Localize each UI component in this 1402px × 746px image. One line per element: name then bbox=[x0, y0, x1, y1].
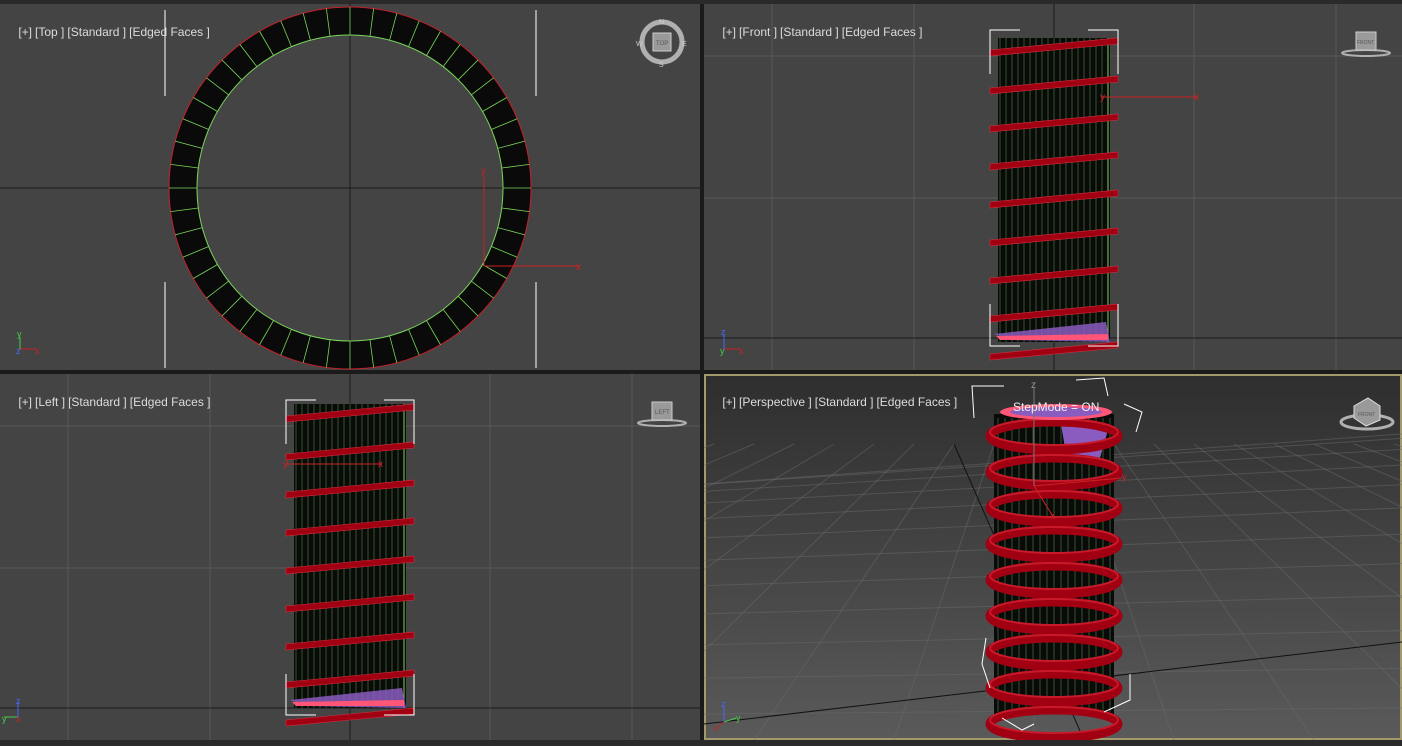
axis-tripod: z y x bbox=[720, 327, 744, 356]
spring-mesh bbox=[985, 404, 1123, 740]
viewport-canvas[interactable]: x y z y x FRONT bbox=[704, 4, 1402, 370]
viewport-label[interactable]: [+] [Left ] [Standard ] [Edged Faces ] bbox=[5, 381, 214, 423]
viewport-perspective[interactable]: [+] [Perspective ] [Standard ] [Edged Faces… bbox=[704, 374, 1402, 740]
transform-gizmo[interactable]: x y bbox=[1100, 92, 1199, 103]
viewport-front[interactable]: [+] [Front ] [Standard ] [Edged Faces ] x y bbox=[704, 4, 1402, 370]
edged-faces-button[interactable]: [Edged Faces ] bbox=[130, 395, 211, 409]
shading-mode-button[interactable]: [Standard ] bbox=[815, 395, 874, 409]
shading-mode-button[interactable]: [Standard ] bbox=[780, 25, 839, 39]
shading-mode-button[interactable]: [Standard ] bbox=[68, 395, 127, 409]
viewport-left[interactable]: [+] [Left ] [Standard ] [Edged Faces ] x y bbox=[0, 374, 700, 740]
svg-text:z: z bbox=[16, 346, 21, 356]
svg-text:y: y bbox=[736, 713, 741, 723]
gizmo-y-label: y bbox=[283, 459, 288, 470]
viewport-canvas[interactable]: x y y z x TOP N S W E bbox=[0, 4, 700, 370]
svg-text:x: x bbox=[16, 714, 21, 724]
viewport-menu-button[interactable]: [+] bbox=[18, 395, 32, 409]
shading-mode-button[interactable]: [Standard ] bbox=[67, 25, 126, 39]
svg-text:TOP: TOP bbox=[656, 41, 668, 47]
gizmo-y-label: y bbox=[1100, 92, 1105, 103]
spring-mesh bbox=[285, 403, 415, 727]
viewcube[interactable]: LEFT bbox=[637, 401, 687, 427]
gizmo-y-label: y bbox=[1122, 472, 1127, 483]
step-mode-status: StepMode = ON bbox=[1013, 400, 1100, 414]
svg-text:E: E bbox=[682, 41, 687, 48]
svg-text:x: x bbox=[35, 346, 40, 356]
gizmo-x-label: x bbox=[576, 262, 581, 273]
gizmo-x-label: x bbox=[1194, 92, 1199, 103]
viewcube[interactable]: FRONT bbox=[1339, 397, 1395, 431]
svg-text:z: z bbox=[721, 327, 726, 337]
edged-faces-button[interactable]: [Edged Faces ] bbox=[842, 25, 923, 39]
svg-text:S: S bbox=[659, 62, 664, 69]
svg-text:W: W bbox=[636, 41, 643, 48]
svg-text:LEFT: LEFT bbox=[655, 410, 670, 416]
view-name-button[interactable]: [Front ] bbox=[739, 25, 777, 39]
viewport-label[interactable]: [+] [Top ] [Standard ] [Edged Faces ] bbox=[5, 11, 213, 53]
viewport-canvas[interactable]: x y z z y x FRONT bbox=[704, 374, 1402, 740]
edged-faces-button[interactable]: [Edged Faces ] bbox=[876, 395, 957, 409]
svg-text:y: y bbox=[17, 329, 22, 339]
svg-text:z: z bbox=[16, 696, 21, 706]
viewport-label[interactable]: [+] [Front ] [Standard ] [Edged Faces ] bbox=[709, 11, 925, 53]
svg-text:FRONT: FRONT bbox=[1357, 40, 1374, 46]
svg-text:y: y bbox=[2, 714, 7, 724]
gizmo-x-label: x bbox=[378, 459, 383, 470]
edged-faces-button[interactable]: [Edged Faces ] bbox=[129, 25, 210, 39]
spring-mesh bbox=[989, 37, 1119, 361]
viewport-menu-button[interactable]: [+] bbox=[18, 25, 32, 39]
axis-tripod: z y x bbox=[2, 696, 21, 724]
svg-text:FRONT: FRONT bbox=[1358, 412, 1375, 418]
viewport-menu-button[interactable]: [+] bbox=[722, 395, 736, 409]
gizmo-z-label: z bbox=[1031, 380, 1036, 391]
viewport-menu-button[interactable]: [+] bbox=[722, 25, 736, 39]
viewport-label[interactable]: [+] [Perspective ] [Standard ] [Edged Faces… bbox=[709, 381, 960, 423]
axis-tripod: z y x bbox=[714, 699, 741, 733]
viewcube-compass[interactable]: TOP N S W E bbox=[636, 19, 687, 69]
svg-text:x: x bbox=[714, 723, 719, 733]
gizmo-y-label: y bbox=[481, 166, 486, 177]
view-name-button[interactable]: [Top ] bbox=[35, 25, 64, 39]
svg-text:y: y bbox=[720, 346, 725, 356]
view-name-button[interactable]: [Perspective ] bbox=[739, 395, 812, 409]
status-strip bbox=[0, 740, 1402, 746]
grid bbox=[0, 4, 700, 370]
view-name-button[interactable]: [Left ] bbox=[35, 395, 65, 409]
gizmo-x-label: x bbox=[1050, 511, 1055, 522]
svg-text:N: N bbox=[659, 19, 664, 26]
viewport-top[interactable]: [+] [Top ] [Standard ] [Edged Faces ] x y bbox=[0, 4, 700, 370]
svg-text:x: x bbox=[739, 346, 744, 356]
axis-tripod: y z x bbox=[16, 329, 40, 356]
viewport-canvas[interactable]: x y z y x LEFT bbox=[0, 374, 700, 740]
svg-text:z: z bbox=[721, 699, 726, 709]
viewcube[interactable]: FRONT bbox=[1341, 31, 1391, 57]
